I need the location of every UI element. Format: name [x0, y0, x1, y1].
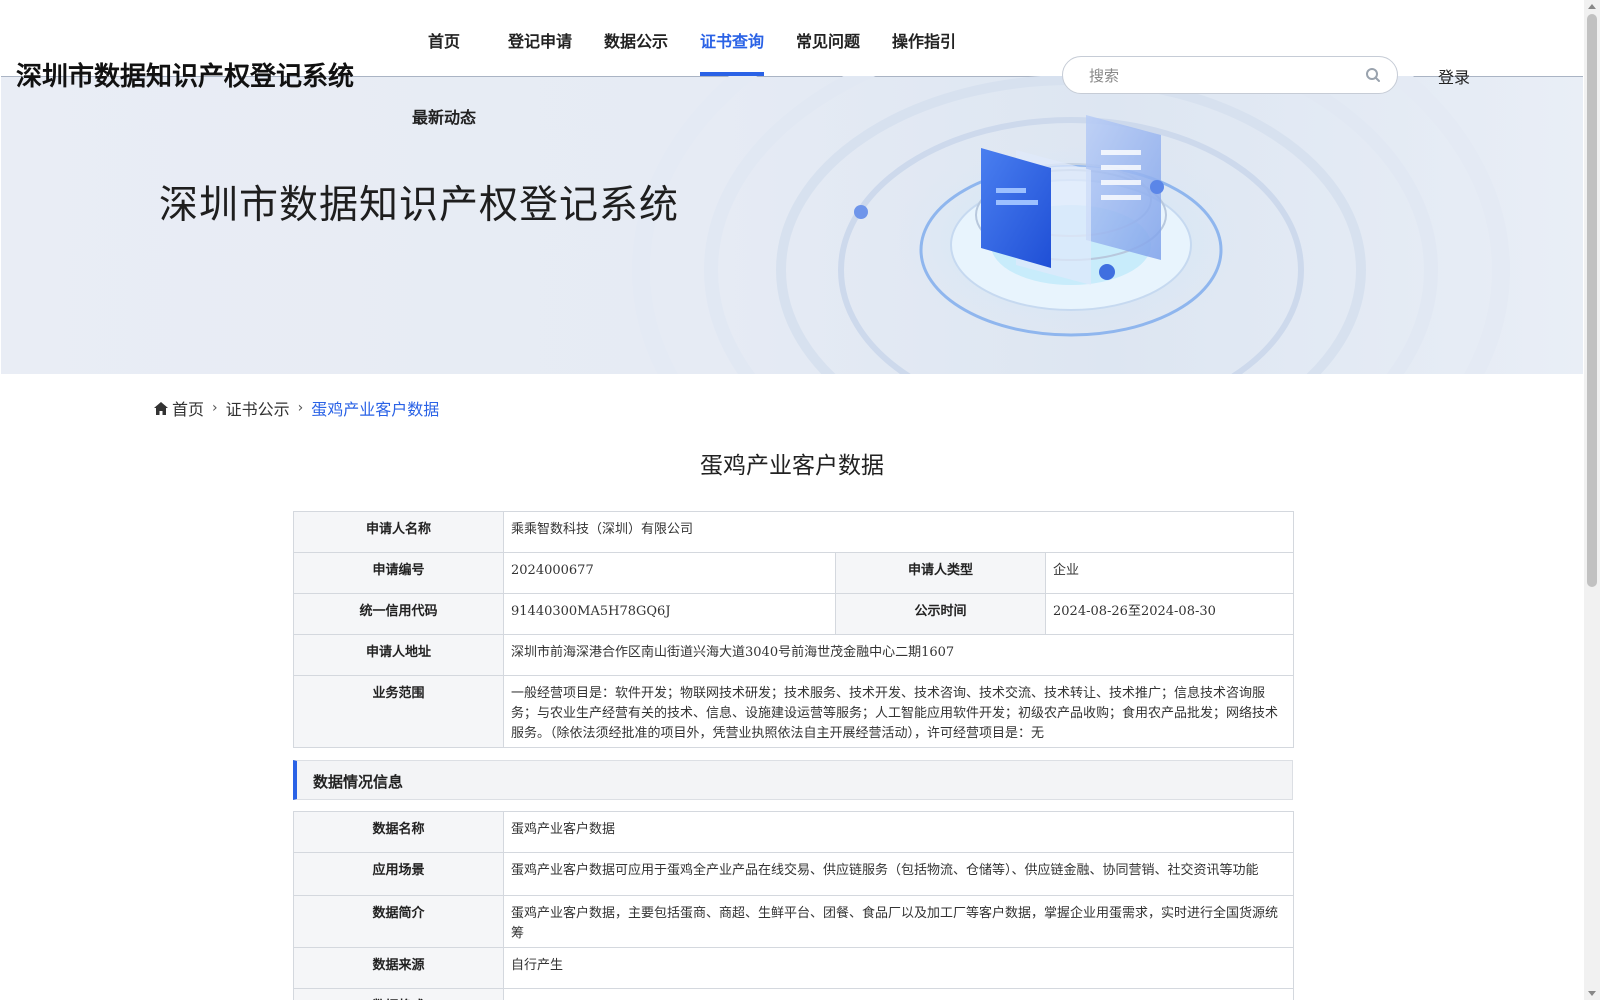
chevron-right-icon: › — [212, 400, 218, 416]
data-source-label: 数据来源 — [293, 947, 504, 989]
scrollbar-thumb[interactable] — [1587, 14, 1597, 587]
section-title: 数据情况信息 — [313, 773, 404, 791]
search-icon[interactable] — [1365, 67, 1381, 83]
page: 深圳市数据知识产权登记系统 深圳市数据知识产权登记系统 首页 登记申请 数据公示… — [0, 0, 1584, 1000]
scenario-label: 应用场景 — [293, 852, 504, 896]
data-intro-label: 数据简介 — [293, 895, 504, 948]
chevron-right-icon: › — [297, 400, 304, 416]
data-intro-value: 蛋鸡产业客户数据，主要包括蛋商、商超、生鲜平台、团餐、食品厂以及加工厂等客户数据… — [503, 895, 1294, 948]
data-name-value: 蛋鸡产业客户数据 — [503, 811, 1294, 853]
search-input[interactable] — [1087, 65, 1351, 87]
scenario-value: 蛋鸡产业客户数据可应用于蛋鸡全产业产品在线交易、供应链服务（包括物流、仓储等）、… — [503, 852, 1294, 896]
data-source-value: 自行产生 — [503, 947, 1294, 989]
nav-faq[interactable]: 常见问题 — [796, 28, 860, 52]
applicant-type-value: 企业 — [1045, 552, 1294, 594]
data-info-table: 数据名称 蛋鸡产业客户数据 应用场景 蛋鸡产业客户数据可应用于蛋鸡全产业产品在线… — [293, 811, 1294, 1000]
data-format-value: csv — [503, 988, 1294, 1000]
table-row: 数据来源 自行产生 — [293, 947, 1294, 989]
site-title: 深圳市数据知识产权登记系统 — [16, 62, 355, 92]
nav-cert-query[interactable]: 证书查询 — [700, 28, 764, 52]
application-number-value: 2024000677 — [503, 552, 836, 594]
nav-data-public[interactable]: 数据公示 — [604, 28, 668, 52]
scroll-down-arrow-icon[interactable] — [1588, 991, 1596, 996]
application-number-label: 申请编号 — [293, 552, 504, 594]
public-period-value: 2024-08-26至2024-08-30 — [1045, 593, 1294, 635]
table-row: 申请人地址 深圳市前海深港合作区南山街道兴海大道3040号前海世茂金融中心二期1… — [293, 634, 1294, 676]
data-format-label: 数据格式 — [293, 988, 504, 1000]
table-row: 数据名称 蛋鸡产业客户数据 — [293, 811, 1294, 853]
login-link[interactable]: 登录 — [1438, 64, 1470, 88]
nav-news[interactable]: 最新动态 — [412, 104, 476, 128]
document-title: 蛋鸡产业客户数据 — [700, 453, 884, 479]
applicant-name-value: 乘乘智数科技（深圳）有限公司 — [503, 511, 1294, 553]
applicant-type-label: 申请人类型 — [835, 552, 1046, 594]
hero-title: 深圳市数据知识产权登记系统 — [159, 183, 680, 228]
table-row: 统一信用代码 91440300MA5H78GQ6J 公示时间 2024-08-2… — [293, 593, 1294, 635]
applicant-address-value: 深圳市前海深港合作区南山街道兴海大道3040号前海世茂金融中心二期1607 — [503, 634, 1294, 676]
nav-guide[interactable]: 操作指引 — [892, 28, 956, 52]
table-row: 数据简介 蛋鸡产业客户数据，主要包括蛋商、商超、生鲜平台、团餐、食品厂以及加工厂… — [293, 895, 1294, 948]
table-row: 申请编号 2024000677 申请人类型 企业 — [293, 552, 1294, 594]
table-row: 数据格式 csv — [293, 988, 1294, 1000]
applicant-address-label: 申请人地址 — [293, 634, 504, 676]
breadcrumb-cert-public[interactable]: 证书公示 — [226, 396, 290, 420]
applicant-name-label: 申请人名称 — [293, 511, 504, 553]
business-scope-value: 一般经营项目是：软件开发；物联网技术研发；技术服务、技术开发、技术咨询、技术交流… — [503, 675, 1294, 748]
nav-active-indicator — [700, 72, 764, 76]
vertical-scrollbar[interactable] — [1584, 0, 1600, 1000]
hero-banner: 深圳市数据知识产权登记系统 — [1, 76, 1583, 374]
table-row: 申请人名称 乘乘智数科技（深圳）有限公司 — [293, 511, 1294, 553]
nav-home[interactable]: 首页 — [428, 28, 460, 52]
table-row: 应用场景 蛋鸡产业客户数据可应用于蛋鸡全产业产品在线交易、供应链服务（包括物流、… — [293, 852, 1294, 896]
data-info-section-header: 数据情况信息 — [293, 760, 1293, 800]
business-scope-label: 业务范围 — [293, 675, 504, 748]
scroll-up-arrow-icon[interactable] — [1588, 4, 1596, 9]
credit-code-label: 统一信用代码 — [293, 593, 504, 635]
breadcrumb-home[interactable]: 首页 — [172, 396, 204, 420]
home-icon — [154, 401, 168, 415]
applicant-info-table: 申请人名称 乘乘智数科技（深圳）有限公司 申请编号 2024000677 申请人… — [293, 511, 1294, 748]
nav-apply[interactable]: 登记申请 — [508, 28, 572, 52]
data-name-label: 数据名称 — [293, 811, 504, 853]
breadcrumb-current: 蛋鸡产业客户数据 — [311, 400, 440, 419]
search-box — [1062, 56, 1398, 94]
public-period-label: 公示时间 — [835, 593, 1046, 635]
table-row: 业务范围 一般经营项目是：软件开发；物联网技术研发；技术服务、技术开发、技术咨询… — [293, 675, 1294, 748]
credit-code-value: 91440300MA5H78GQ6J — [503, 593, 836, 635]
breadcrumb: 首页 › 证书公示 › 蛋鸡产业客户数据 — [154, 396, 439, 420]
